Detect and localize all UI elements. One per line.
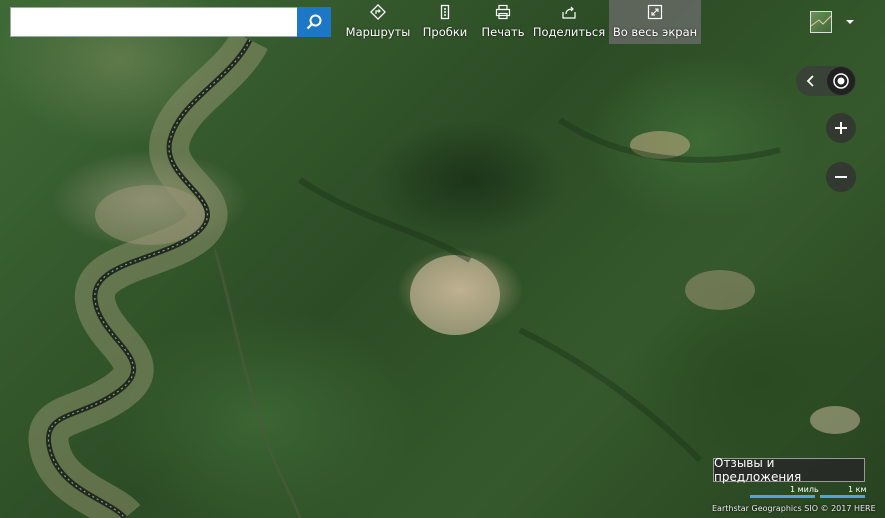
share-label: Поделиться xyxy=(532,25,606,39)
zoom-in-button[interactable] xyxy=(826,113,856,143)
share-button[interactable]: Поделиться xyxy=(532,0,606,44)
scale-bar-km xyxy=(820,495,865,498)
copyright-text: Earthstar Geographics SIO © 2017 HERE xyxy=(712,504,876,513)
map-style-thumbnail xyxy=(810,11,832,33)
feedback-label: Отзывы и предложения xyxy=(714,456,802,484)
zoom-out-icon xyxy=(835,176,847,178)
stream xyxy=(213,249,302,518)
river-valley xyxy=(28,30,268,518)
fullscreen-icon xyxy=(647,4,663,20)
locate-icon xyxy=(833,73,849,89)
routes-icon xyxy=(370,4,386,20)
search-icon xyxy=(306,14,322,30)
traffic-icon xyxy=(440,4,450,20)
feedback-button[interactable]: Отзывы и предложения xyxy=(713,456,865,484)
top-toolbar: Маршруты Пробки Печать Поделиться Во вес… xyxy=(0,0,885,44)
search-field[interactable] xyxy=(10,7,298,37)
chevron-left-icon[interactable] xyxy=(804,74,818,88)
search-button[interactable] xyxy=(297,7,331,37)
search-input[interactable] xyxy=(11,8,297,36)
fullscreen-label: Во весь экран xyxy=(612,25,698,39)
map-style-switcher[interactable] xyxy=(810,8,860,36)
scale-bar-miles xyxy=(750,495,815,498)
print-button[interactable]: Печать xyxy=(478,0,528,44)
traffic-label: Пробки xyxy=(422,25,468,39)
fullscreen-button[interactable]: Во весь экран xyxy=(609,0,701,44)
print-icon xyxy=(495,4,511,20)
print-label: Печать xyxy=(481,25,525,39)
scale-miles-label: 1 миль xyxy=(790,485,819,494)
map-terrain xyxy=(28,30,860,518)
locate-me-button[interactable] xyxy=(827,67,855,95)
routes-label: Маршруты xyxy=(345,25,411,39)
share-icon xyxy=(562,6,576,19)
zoom-in-icon xyxy=(835,122,847,134)
zoom-out-button[interactable] xyxy=(826,162,856,192)
clearing xyxy=(685,270,755,310)
traffic-button[interactable]: Пробки xyxy=(418,0,472,44)
routes-button[interactable]: Маршруты xyxy=(344,0,412,44)
locate-control xyxy=(796,66,856,96)
clearing xyxy=(410,255,500,335)
clearing xyxy=(810,406,860,434)
satellite-map[interactable] xyxy=(0,0,885,518)
chevron-down-icon xyxy=(846,20,854,24)
scale-km-label: 1 км xyxy=(848,485,867,494)
clearing xyxy=(95,185,205,245)
